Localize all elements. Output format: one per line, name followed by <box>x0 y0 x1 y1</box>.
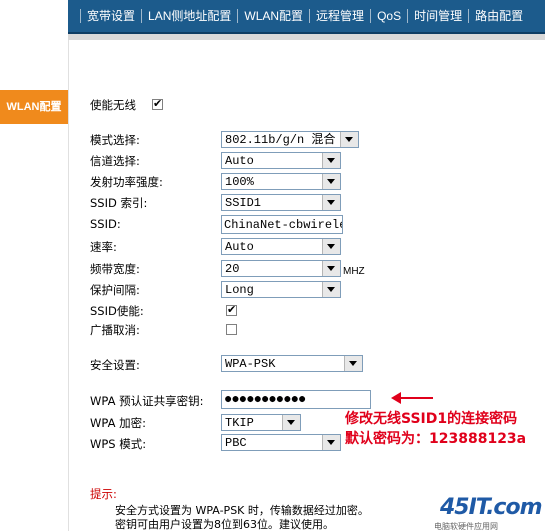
power-select[interactable]: 100% <box>221 173 341 190</box>
bandwidth-unit: MHZ <box>343 266 365 277</box>
nav-time-management[interactable]: 时间管理 <box>407 9 468 23</box>
wps-value: PBC <box>225 436 247 450</box>
ssid-enable-checkbox[interactable] <box>226 303 237 317</box>
main-nav: 宽带设置 LAN侧地址配置 WLAN配置 远程管理 QoS 时间管理 路由配置 <box>68 0 545 34</box>
nav-lan-address[interactable]: LAN侧地址配置 <box>141 9 237 23</box>
nav-wlan[interactable]: WLAN配置 <box>237 9 309 23</box>
nav-qos[interactable]: QoS <box>370 9 407 23</box>
channel-value: Auto <box>225 154 254 168</box>
guard-interval-select[interactable]: Long <box>221 281 341 298</box>
encryption-select[interactable]: TKIP <box>221 414 301 431</box>
bandwidth-label: 频带宽度: <box>90 262 140 276</box>
rate-value: Auto <box>225 240 254 254</box>
encryption-label: WPA 加密: <box>90 416 146 430</box>
security-label: 安全设置: <box>90 358 140 372</box>
annotation-line-2: 默认密码为：123888123a <box>345 431 527 447</box>
nav-routing[interactable]: 路由配置 <box>468 9 529 23</box>
psk-input[interactable]: ●●●●●●●●●●● <box>221 390 371 409</box>
chevron-down-icon <box>322 195 340 210</box>
sidebar-divider <box>68 40 69 531</box>
watermark-logo-text: 45IT.com <box>440 495 543 520</box>
ssid-index-value: SSID1 <box>225 196 262 210</box>
encryption-value: TKIP <box>225 416 254 430</box>
hint-line-2: 密钥可由用户设置为8位到63位。建议使用。 <box>115 518 334 531</box>
chevron-down-icon <box>322 153 340 168</box>
bandwidth-value: 20 <box>225 262 240 276</box>
top-left-blank <box>0 0 68 34</box>
security-value: WPA-PSK <box>225 357 276 371</box>
channel-select[interactable]: Auto <box>221 152 341 169</box>
ssid-label: SSID: <box>90 217 121 231</box>
sidebar: WLAN配置 <box>0 40 68 531</box>
chevron-down-icon <box>344 356 362 371</box>
enable-wireless-checkbox[interactable] <box>152 97 163 111</box>
ssid-enable-label: SSID使能: <box>90 304 144 318</box>
bandwidth-select[interactable]: 20 <box>221 260 341 277</box>
mode-label: 模式选择: <box>90 133 140 147</box>
chevron-down-icon <box>322 261 340 276</box>
power-value: 100% <box>225 175 254 189</box>
chevron-down-icon <box>322 435 340 450</box>
guard-interval-value: Long <box>225 283 254 297</box>
rate-label: 速率: <box>90 240 117 254</box>
nav-broadband[interactable]: 宽带设置 <box>80 9 141 23</box>
chevron-down-icon <box>322 174 340 189</box>
mode-value: 802.11b/g/n 混合 <box>225 133 336 147</box>
ssid-index-label: SSID 索引: <box>90 196 148 210</box>
wlan-form: 使能无线 模式选择: 802.11b/g/n 混合 信道选择: Auto 发射功… <box>70 40 545 531</box>
ssid-input[interactable]: ChinaNet-cbwirele <box>221 215 343 234</box>
security-select[interactable]: WPA-PSK <box>221 355 363 372</box>
guard-interval-label: 保护间隔: <box>90 283 140 297</box>
rate-select[interactable]: Auto <box>221 238 341 255</box>
hint-title: 提示: <box>90 487 117 501</box>
top-bar: 宽带设置 LAN侧地址配置 WLAN配置 远程管理 QoS 时间管理 路由配置 <box>0 0 545 34</box>
broadcast-cancel-label: 广播取消: <box>90 323 140 337</box>
mode-select[interactable]: 802.11b/g/n 混合 <box>221 131 359 148</box>
watermark-logo: 45IT.com 电脑软硬件应用网 <box>420 495 545 531</box>
watermark-subtitle: 电脑软硬件应用网 <box>434 522 498 531</box>
chevron-down-icon <box>322 282 340 297</box>
power-label: 发射功率强度: <box>90 175 163 189</box>
annotation-arrow-shaft <box>400 397 433 399</box>
ssid-index-select[interactable]: SSID1 <box>221 194 341 211</box>
chevron-down-icon <box>322 239 340 254</box>
wps-label: WPS 模式: <box>90 437 147 451</box>
annotation-line-1: 修改无线SSID1的连接密码 <box>345 411 518 427</box>
enable-wireless-label: 使能无线 <box>90 98 136 112</box>
wps-select[interactable]: PBC <box>221 434 341 451</box>
sidebar-tab-wlan[interactable]: WLAN配置 <box>0 90 68 124</box>
channel-label: 信道选择: <box>90 154 140 168</box>
psk-label: WPA 预认证共享密钥: <box>90 394 204 408</box>
chevron-down-icon <box>282 415 300 430</box>
nav-remote-management[interactable]: 远程管理 <box>309 9 370 23</box>
broadcast-cancel-checkbox[interactable] <box>226 324 237 335</box>
chevron-down-icon <box>340 132 358 147</box>
